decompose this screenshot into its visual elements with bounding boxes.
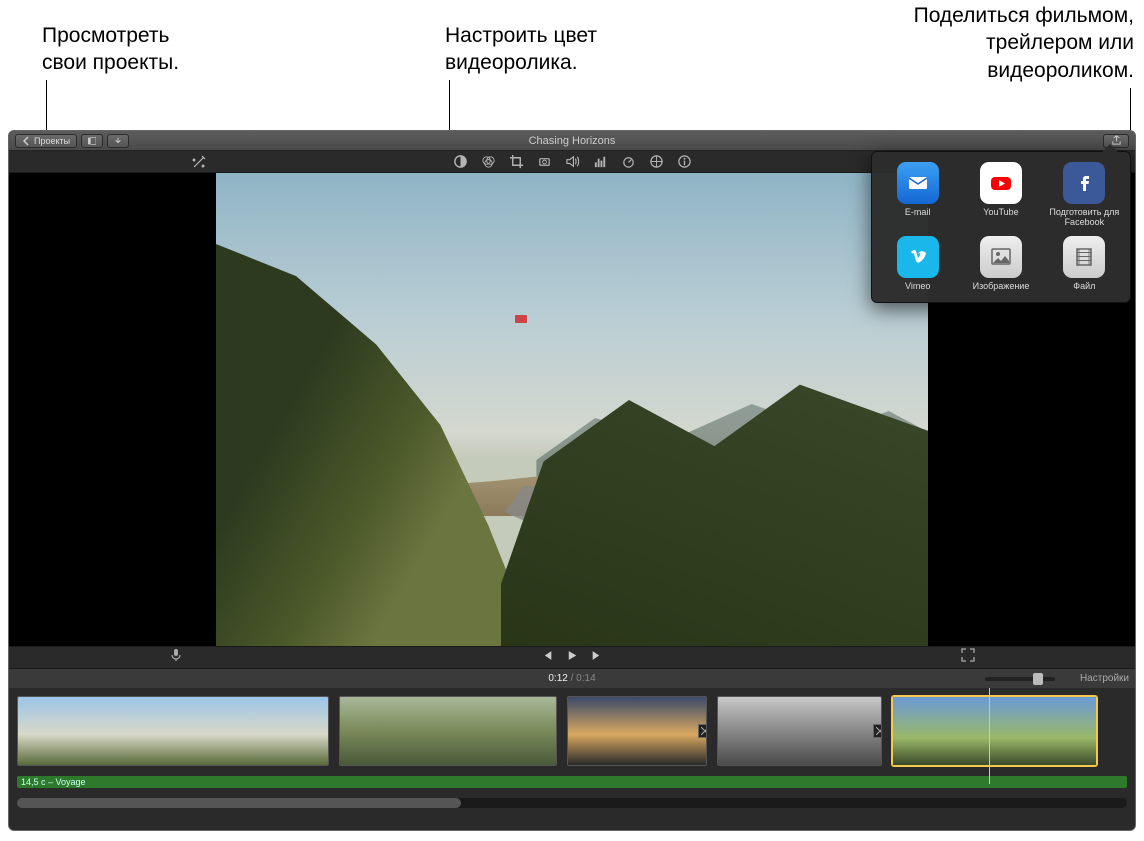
callout-share: Поделиться фильмом, трейлером или видеор… xyxy=(914,2,1134,84)
vimeo-icon xyxy=(897,236,939,278)
clip-1[interactable] xyxy=(17,696,329,766)
clip-4[interactable] xyxy=(717,696,882,766)
prev-button[interactable] xyxy=(541,649,554,667)
audio-track[interactable]: 14,5 с – Voyage xyxy=(17,776,1127,788)
crop-icon[interactable] xyxy=(507,153,525,171)
clip-3[interactable] xyxy=(567,696,707,766)
callout-projects: Просмотреть свои проекты. xyxy=(42,22,179,77)
clip-2[interactable] xyxy=(339,696,557,766)
color-correct-icon[interactable] xyxy=(647,153,665,171)
callout-projects-line1: Просмотреть xyxy=(42,22,179,49)
info-icon[interactable] xyxy=(675,153,693,171)
share-image[interactable]: Изображение xyxy=(959,234,1042,294)
share-email[interactable]: E-mail xyxy=(876,160,959,230)
titlebar: Проекты Chasing Horizons xyxy=(9,131,1135,151)
file-icon xyxy=(1063,236,1105,278)
library-view-button[interactable] xyxy=(81,134,103,148)
time-current: 0:12 xyxy=(548,673,567,684)
timeline-header: 0:12 / 0:14 Настройки xyxy=(9,668,1135,688)
volume-icon[interactable] xyxy=(563,153,581,171)
fullscreen-button[interactable] xyxy=(961,648,975,667)
share-popover: E-mail YouTube Подготовить для Facebook … xyxy=(871,151,1131,303)
time-display: 0:12 / 0:14 xyxy=(548,673,595,684)
import-button[interactable] xyxy=(107,134,129,148)
timeline[interactable]: 14,5 с – Voyage xyxy=(9,688,1135,812)
youtube-icon xyxy=(980,162,1022,204)
popover-arrow xyxy=(1102,144,1118,152)
callout-share-line1: Поделиться фильмом, xyxy=(914,2,1134,29)
callout-line-share xyxy=(1130,88,1131,133)
callout-color-line2: видеоролика. xyxy=(445,49,597,76)
transition-icon[interactable] xyxy=(873,724,882,738)
share-youtube-label: YouTube xyxy=(983,208,1018,218)
transition-icon[interactable] xyxy=(698,724,707,738)
share-vimeo-label: Vimeo xyxy=(905,282,930,292)
time-separator: / xyxy=(568,673,576,684)
share-youtube[interactable]: YouTube xyxy=(959,160,1042,230)
filters-icon[interactable] xyxy=(479,153,497,171)
facebook-icon xyxy=(1063,162,1105,204)
playback-controls xyxy=(541,649,604,667)
video-preview xyxy=(216,173,928,646)
app-window: Проекты Chasing Horizons xyxy=(8,130,1136,831)
clip-5-selected[interactable] xyxy=(892,696,1097,766)
project-title: Chasing Horizons xyxy=(529,135,616,147)
callout-line-projects xyxy=(46,80,47,133)
share-file-label: Файл xyxy=(1073,282,1095,292)
color-balance-icon[interactable] xyxy=(451,153,469,171)
play-button[interactable] xyxy=(566,649,579,667)
callout-projects-line2: свои проекты. xyxy=(42,49,179,76)
clips-row xyxy=(17,696,1127,766)
back-to-projects-button[interactable]: Проекты xyxy=(15,134,77,148)
cable-car-graphic xyxy=(515,315,527,323)
image-icon xyxy=(980,236,1022,278)
share-facebook[interactable]: Подготовить для Facebook xyxy=(1043,160,1126,230)
enhance-button[interactable] xyxy=(189,153,209,171)
callout-color-line1: Настроить цвет xyxy=(445,22,597,49)
callout-share-line2: трейлером или xyxy=(914,29,1134,56)
eq-icon[interactable] xyxy=(591,153,609,171)
back-button-label: Проекты xyxy=(34,136,70,146)
mail-icon xyxy=(897,162,939,204)
time-total: 0:14 xyxy=(576,673,595,684)
timeline-scrollbar[interactable] xyxy=(17,798,1127,808)
share-image-label: Изображение xyxy=(973,282,1030,292)
speed-icon[interactable] xyxy=(619,153,637,171)
settings-link[interactable]: Настройки xyxy=(1080,673,1129,684)
share-email-label: E-mail xyxy=(905,208,931,218)
voiceover-button[interactable] xyxy=(169,648,183,667)
adjust-icons-group xyxy=(451,153,693,171)
next-button[interactable] xyxy=(591,649,604,667)
share-vimeo[interactable]: Vimeo xyxy=(876,234,959,294)
share-file[interactable]: Файл xyxy=(1043,234,1126,294)
playback-bar xyxy=(9,646,1135,668)
zoom-slider[interactable] xyxy=(985,677,1055,681)
stabilize-icon[interactable] xyxy=(535,153,553,171)
callout-color: Настроить цвет видеоролика. xyxy=(445,22,597,77)
playhead[interactable] xyxy=(989,688,990,784)
share-facebook-label: Подготовить для Facebook xyxy=(1045,208,1124,228)
callout-share-line3: видеороликом. xyxy=(914,57,1134,84)
